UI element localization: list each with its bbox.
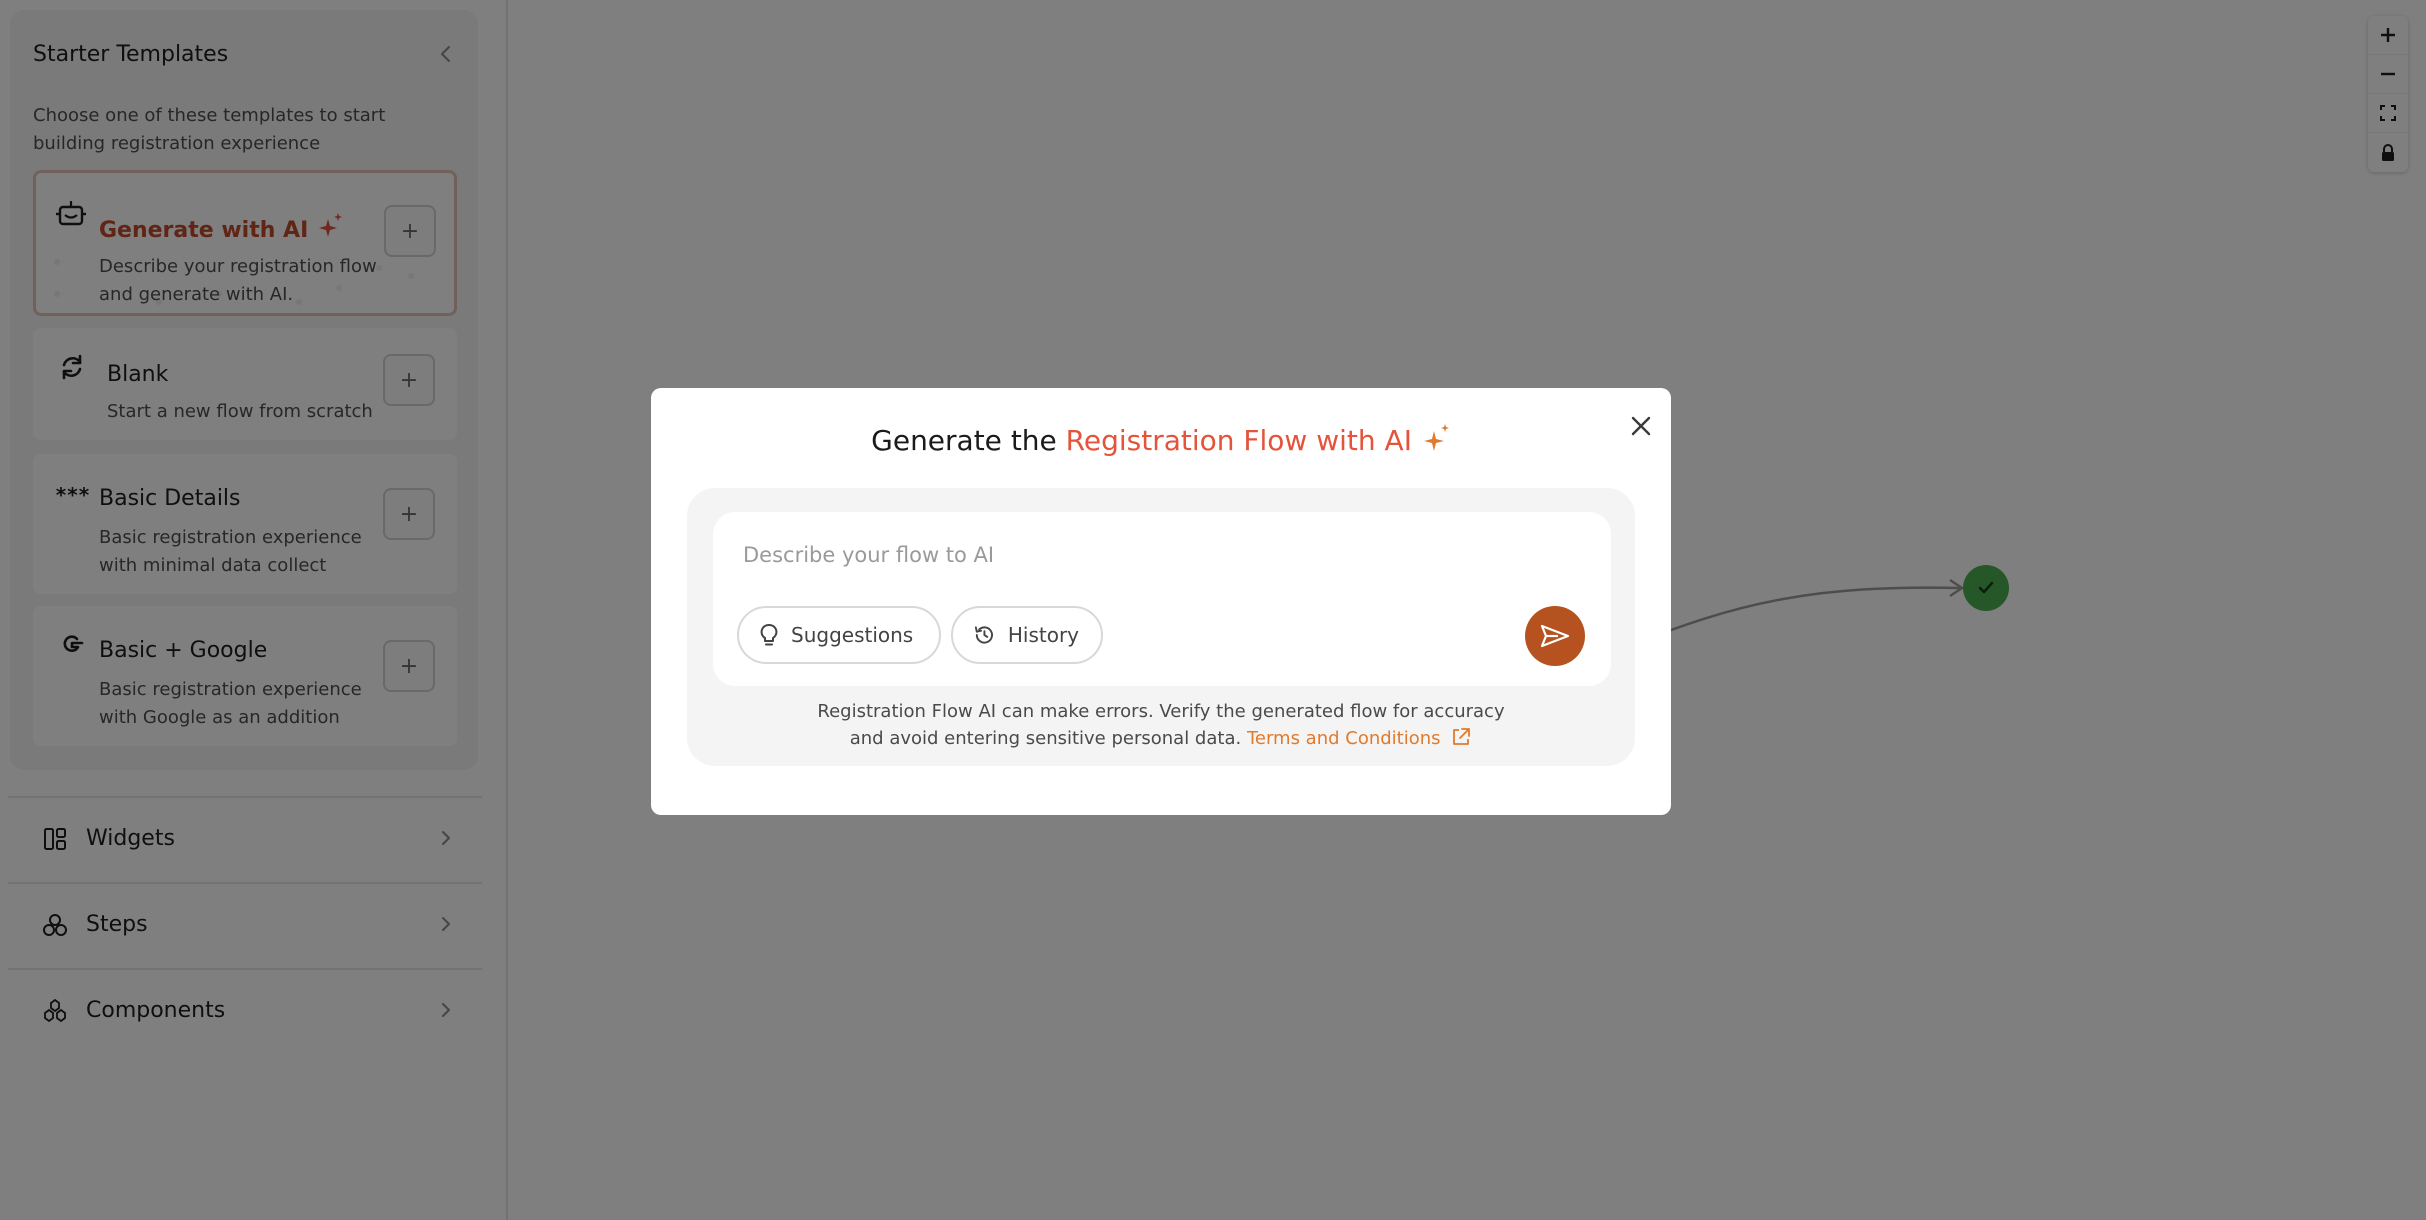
disclaimer-line: and avoid entering sensitive personal da… [687, 725, 1635, 752]
history-button[interactable]: History [951, 606, 1103, 664]
prompt-box: Suggestions History [713, 512, 1611, 686]
sparkle-icon [1423, 424, 1449, 451]
terms-link[interactable]: Terms and Conditions [1247, 728, 1472, 749]
history-label: History [1007, 623, 1079, 647]
send-button[interactable] [1525, 606, 1585, 666]
suggestions-label: Suggestions [791, 623, 914, 647]
prompt-container: Suggestions History Registration Flow AI… [687, 488, 1635, 766]
external-link-icon [1453, 728, 1471, 745]
disclaimer-line: Registration Flow AI can make errors. Ve… [817, 701, 1505, 722]
modal-title: Generate the Registration Flow with AI [651, 422, 1671, 457]
flow-description-input[interactable] [743, 538, 1563, 572]
suggestions-button[interactable]: Suggestions [737, 606, 941, 664]
close-icon[interactable] [1627, 412, 1655, 440]
ai-disclaimer: Registration Flow AI can make errors. Ve… [687, 698, 1635, 752]
lightbulb-icon [760, 624, 778, 646]
generate-ai-modal: Generate the Registration Flow with AI S… [651, 388, 1671, 815]
history-icon [974, 626, 993, 644]
send-icon [1540, 624, 1570, 648]
